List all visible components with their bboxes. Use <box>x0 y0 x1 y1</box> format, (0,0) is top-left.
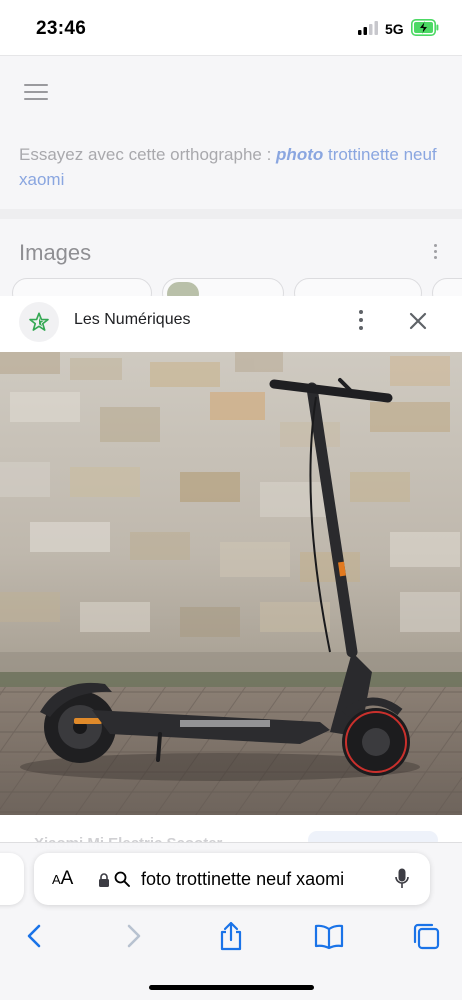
search-icon <box>114 871 130 887</box>
address-bar[interactable]: AA foto trottinette neuf xaomi <box>34 853 430 905</box>
clock: 23:46 <box>36 18 87 39</box>
home-indicator[interactable] <box>149 985 314 990</box>
status-bar: 23:46 5G <box>0 0 462 56</box>
back-icon[interactable] <box>20 921 50 951</box>
screen: 23:46 5G Essayez avec cette orthographe … <box>0 0 462 1000</box>
browser-toolbar: AA foto trottinette neuf xaomi <box>0 842 462 1000</box>
battery-charging-icon <box>411 19 439 36</box>
more-vert-icon[interactable] <box>354 310 368 332</box>
bookmarks-icon[interactable] <box>314 921 344 951</box>
images-section-title: Images <box>19 240 92 265</box>
source-logo <box>19 302 59 342</box>
suggestion-prefix: Essayez avec cette orthographe : <box>19 145 277 164</box>
menu-icon[interactable] <box>24 84 48 100</box>
image-viewer-header: Les Numériques <box>0 296 462 352</box>
section-divider <box>0 209 462 219</box>
network-type: 5G <box>385 21 404 37</box>
microphone-icon[interactable] <box>395 868 409 890</box>
address-text[interactable]: foto trottinette neuf xaomi <box>141 869 344 890</box>
tabs-icon[interactable] <box>411 921 441 951</box>
spelling-suggestion: Essayez avec cette orthographe : photo t… <box>19 142 439 192</box>
green-star-icon <box>29 312 49 331</box>
more-options-icon[interactable] <box>430 244 440 262</box>
text-size-button[interactable]: AA <box>52 868 73 890</box>
search-results-background: Essayez avec cette orthographe : photo t… <box>0 56 462 308</box>
lock-icon <box>99 873 109 887</box>
share-icon[interactable] <box>216 921 246 951</box>
close-icon[interactable] <box>406 309 430 333</box>
forward-icon[interactable] <box>118 921 148 951</box>
source-name[interactable]: Les Numériques <box>74 311 191 329</box>
previous-tab-peek[interactable] <box>0 853 24 905</box>
result-caption-strip: Xiaomi Mi Electric Scooter <box>0 815 462 852</box>
result-image[interactable] <box>0 352 462 815</box>
suggestion-bold: photo <box>276 145 324 164</box>
cellular-signal-icon <box>358 21 378 35</box>
